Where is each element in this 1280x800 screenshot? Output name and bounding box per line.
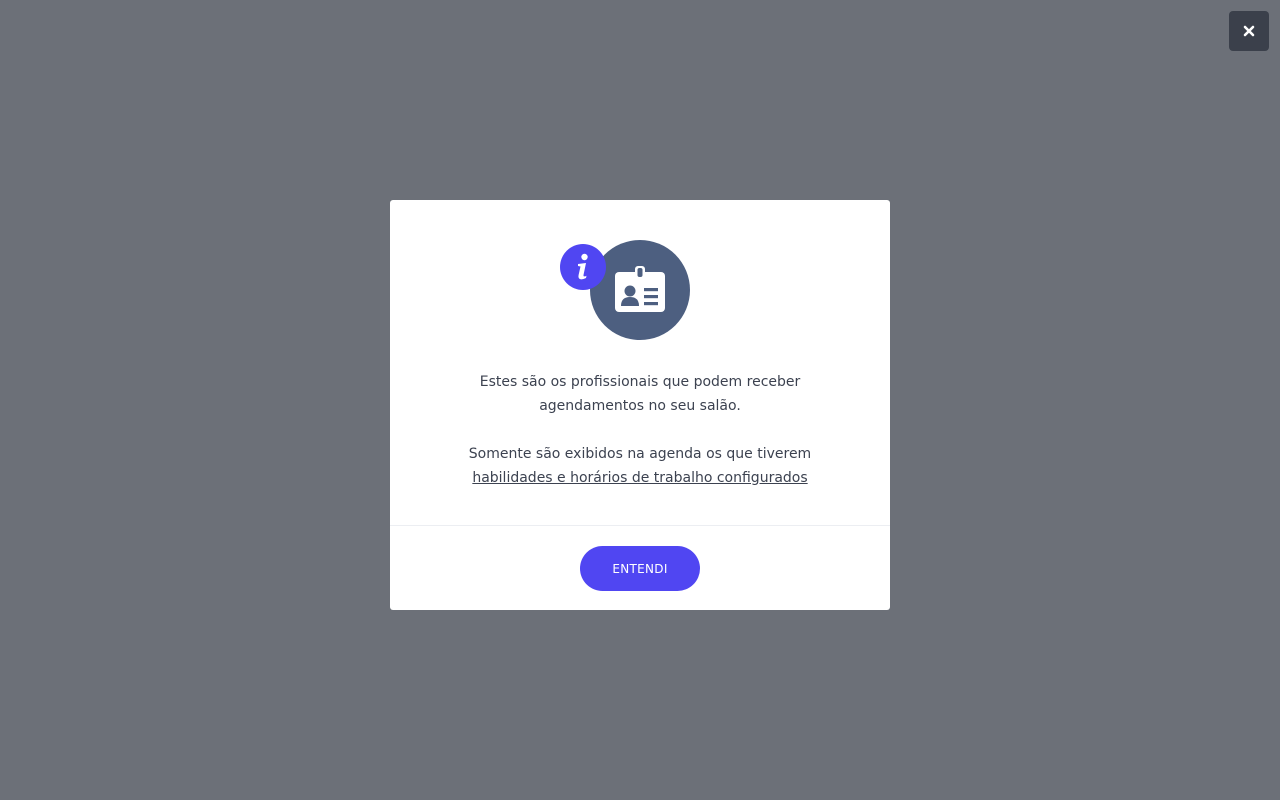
modal-illustration	[390, 240, 890, 340]
modal-backdrop: Estes são os profissionais que podem rec…	[0, 0, 1280, 800]
modal-message: Estes são os profissionais que podem rec…	[390, 370, 890, 490]
message-paragraph-2-text: Somente são exibidos na agenda os que ti…	[468, 446, 812, 462]
configured-skills-link[interactable]: habilidades e horários de trabalho confi…	[472, 470, 807, 486]
id-card-icon	[590, 240, 690, 340]
modal-divider	[390, 525, 890, 526]
info-modal: Estes são os profissionais que podem rec…	[390, 200, 890, 610]
close-button[interactable]	[1229, 11, 1269, 51]
message-paragraph-1: Estes são os profissionais que podem rec…	[479, 374, 801, 414]
info-icon	[560, 244, 606, 290]
close-icon	[1243, 25, 1255, 37]
confirm-button[interactable]: ENTENDI	[580, 546, 700, 591]
message-paragraph-2: Somente são exibidos na agenda os que ti…	[390, 442, 890, 490]
